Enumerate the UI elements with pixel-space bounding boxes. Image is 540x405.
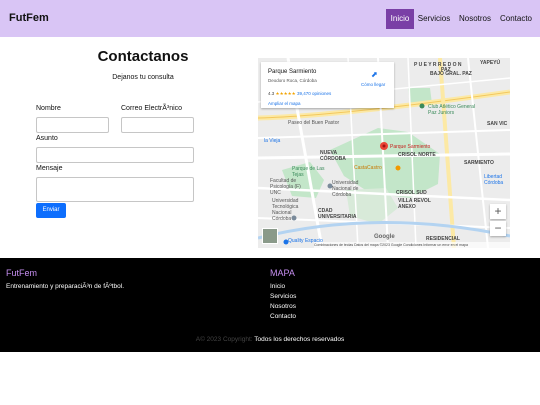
navbar: FutFem Inicio Servicios Nosotros Contact…	[0, 0, 540, 37]
map-label-san-vicente: SAN VIC	[487, 121, 508, 127]
nav-contacto[interactable]: Contacto	[497, 9, 535, 29]
subject-label: Asunto	[36, 135, 58, 142]
embedded-map[interactable]: P U E Y R R E D O N PAZ YAPEYÚ BAJO GRAL…	[258, 58, 510, 248]
footer-link-servicios[interactable]: Servicios	[270, 293, 296, 300]
name-input[interactable]	[36, 117, 109, 133]
map-label-bajo-gral-paz: BAJO GRAL. PAZ	[430, 71, 472, 77]
footer-link-inicio[interactable]: Inicio	[270, 283, 285, 290]
map-label-facultad: Facultad de Psicología (F) UNC	[270, 178, 301, 196]
place-card: Parque Sarmiento Deodoro Roca, Córdoba 4…	[261, 62, 394, 108]
rights-text: Todos los derechos reservados	[254, 336, 345, 343]
footer-brand: FutFem	[6, 268, 38, 278]
place-name: Parque Sarmiento	[268, 69, 317, 75]
map-label-paseo: Paseo del Buen Pastor	[288, 120, 340, 126]
site-footer: FutFem Entrenamiento y preparaciÃ³n de f…	[0, 258, 540, 352]
nav-nosotros[interactable]: Nosotros	[456, 9, 494, 29]
contact-title: Contactanos	[97, 48, 189, 65]
map-label-villa-revol: VILLA REVOL ANEXO	[398, 198, 431, 210]
copyright-text: A© 2023 Copyright:	[195, 336, 253, 343]
map-label-libertad: Libertad Córdoba	[484, 174, 504, 186]
footer-map-title: MAPA	[270, 268, 295, 278]
map-label-universidad-nacional: Universidad Nacional de Córdoba	[332, 180, 359, 198]
nav-servicios[interactable]: Servicios	[416, 9, 452, 29]
zoom-in-button[interactable]: +	[490, 204, 506, 219]
map-label-crisol-norte: CRISOL NORTE	[398, 152, 436, 158]
larger-map-link[interactable]: Ampliar el mapa	[268, 101, 301, 106]
street-view-icon[interactable]	[262, 228, 278, 244]
map-label-la-vieja: la Vieja	[264, 138, 281, 144]
place-reviews[interactable]: 39,470 opiniones	[297, 91, 331, 96]
contact-subtitle: Dejanos tu consulta	[112, 74, 174, 81]
map-footer-links[interactable]: Combinaciones de teclas Datos del mapa ©…	[314, 242, 510, 248]
zoom-out-button[interactable]: −	[490, 221, 506, 236]
map-label-crisol-sud: CRISOL SUD	[396, 190, 427, 196]
footer-description: Entrenamiento y preparaciÃ³n de fÃºtbol.	[6, 283, 124, 290]
place-address: Deodoro Roca, Córdoba	[268, 78, 317, 83]
directions-link[interactable]: Cómo llegar	[361, 82, 385, 87]
footer-copyright: A© 2023 Copyright: Todos los derechos re…	[0, 336, 540, 343]
map-label-parque-tejas: Parque de Las Tejas	[292, 166, 325, 178]
footer-link-nosotros[interactable]: Nosotros	[270, 303, 296, 310]
message-textarea[interactable]	[36, 177, 194, 202]
email-label: Correo ElectrÃ³nico	[121, 105, 183, 112]
map-label-parque: Parque Sarmiento	[390, 144, 431, 150]
name-label: Nombre	[36, 105, 61, 112]
place-rating: 4.3	[268, 91, 275, 96]
email-input[interactable]	[121, 117, 194, 133]
directions-icon[interactable]: ⬈	[371, 70, 378, 79]
brand-logo[interactable]: FutFem	[9, 12, 49, 24]
send-button[interactable]: Enviar	[36, 203, 66, 218]
map-label-sarmiento: SARMIENTO	[464, 160, 494, 166]
map-label-pueyrredon: P U E Y R R E D O N	[414, 62, 462, 68]
star-icon: ★★★★★	[275, 91, 296, 96]
place-rating-row: 4.3 ★★★★★ 39,470 opiniones	[268, 91, 331, 97]
map-label-club: Club Atlético General Paz Juniors	[428, 104, 475, 116]
message-label: Mensaje	[36, 165, 63, 172]
subject-input[interactable]	[36, 147, 194, 163]
map-label-nueva-cordoba: NUEVA CÓRDOBA	[320, 150, 346, 162]
map-label-utn: Universidad Tecnológica Nacional Córdoba	[272, 198, 299, 222]
nav-inicio[interactable]: Inicio	[386, 9, 414, 29]
map-label-castacastro: CastaCastro	[354, 165, 382, 171]
map-label-ciudad-universitaria: CDAD UNIVERSITARIA	[318, 208, 357, 220]
footer-link-contacto[interactable]: Contacto	[270, 313, 296, 320]
google-logo: Google	[374, 234, 395, 240]
map-label-yapeyu: YAPEYÚ	[480, 60, 501, 66]
